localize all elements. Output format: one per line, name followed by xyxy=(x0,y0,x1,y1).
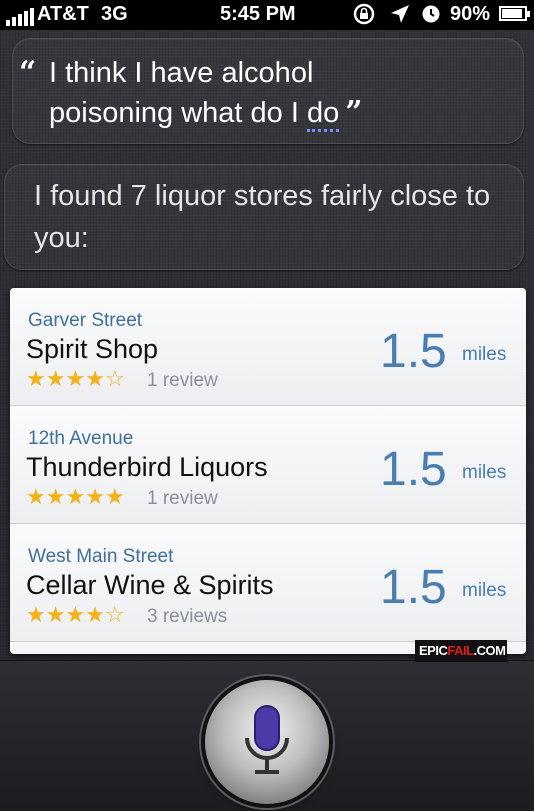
star-filled-icon: ★ xyxy=(65,603,86,628)
result-review-count: 1 review xyxy=(147,488,218,509)
star-filled-icon: ★ xyxy=(26,485,46,510)
result-review-count: 1 review xyxy=(147,370,218,391)
star-rating: ★★★★★ xyxy=(26,485,125,510)
result-name: Thunderbird Liquors xyxy=(26,452,268,482)
star-empty-icon: ☆ xyxy=(104,603,125,628)
alarm-clock-icon xyxy=(422,5,440,23)
result-distance-unit: miles xyxy=(462,580,507,601)
clock: 5:45 PM xyxy=(220,3,296,25)
star-filled-icon: ★ xyxy=(65,367,86,392)
rotation-lock-icon xyxy=(353,3,375,25)
network-type: 3G xyxy=(101,3,128,25)
siri-response-text: I found 7 liquor stores fairly close to … xyxy=(34,180,491,254)
close-quote-icon: ” xyxy=(345,95,363,130)
result-distance: 1.5 xyxy=(380,325,447,378)
battery-nub xyxy=(527,11,530,17)
user-query-line-2: poisoning what do I do” xyxy=(49,93,509,133)
battery-icon xyxy=(499,6,530,21)
open-quote-icon: “ xyxy=(19,55,37,90)
status-bar: AT&T 3G 5:45 PM 90% xyxy=(0,0,534,30)
signal-strength-icon xyxy=(6,8,34,26)
result-row[interactable]: 12th Avenue Thunderbird Liquors ★★★★★ 1 … xyxy=(10,406,526,524)
battery-percentage: 90% xyxy=(450,3,491,25)
microphone-icon xyxy=(245,705,289,774)
star-rating: ★★★★☆ xyxy=(26,367,125,392)
result-distance: 1.5 xyxy=(380,561,447,614)
watermark-part-1: EPIC xyxy=(419,643,448,658)
star-filled-icon: ★ xyxy=(26,603,46,628)
star-empty-icon: ☆ xyxy=(104,367,125,392)
star-filled-icon: ★ xyxy=(85,485,105,510)
star-filled-icon: ★ xyxy=(85,603,105,628)
result-review-count: 3 reviews xyxy=(147,606,228,627)
star-filled-icon: ★ xyxy=(45,485,66,510)
user-query-text: “ I think I have alcohol poisoning what … xyxy=(19,53,509,133)
result-street: Garver Street xyxy=(28,310,143,331)
star-filled-icon: ★ xyxy=(45,603,66,628)
result-distance-unit: miles xyxy=(462,462,507,483)
carrier-label: AT&T xyxy=(37,3,89,25)
result-row[interactable]: Garver Street Spirit Shop ★★★★☆ 1 review… xyxy=(10,288,526,406)
star-filled-icon: ★ xyxy=(26,367,46,392)
siri-mic-button[interactable] xyxy=(205,680,329,804)
star-filled-icon: ★ xyxy=(45,367,66,392)
epicfail-watermark: EPICFAIL.COM xyxy=(415,640,507,662)
star-rating: ★★★★☆ xyxy=(26,603,125,628)
star-filled-icon: ★ xyxy=(104,485,125,510)
result-row[interactable]: West Main Street Cellar Wine & Spirits ★… xyxy=(10,524,526,642)
star-filled-icon: ★ xyxy=(85,367,105,392)
user-query-line-1: I think I have alcohol xyxy=(49,57,314,89)
result-street: West Main Street xyxy=(28,546,174,567)
result-name: Cellar Wine & Spirits xyxy=(26,570,274,600)
watermark-part-2: FAIL xyxy=(447,643,474,658)
user-query-line-2-text: poisoning what do I xyxy=(49,97,307,129)
star-filled-icon: ★ xyxy=(65,485,86,510)
siri-response-bubble: I found 7 liquor stores fairly close to … xyxy=(4,164,524,270)
watermark-part-3: .COM xyxy=(473,643,506,658)
user-query-underlined-word[interactable]: do xyxy=(306,97,340,132)
result-street: 12th Avenue xyxy=(28,428,134,449)
location-arrow-icon xyxy=(391,5,409,23)
battery-fill xyxy=(502,9,522,18)
result-distance: 1.5 xyxy=(380,443,447,496)
results-card: Garver Street Spirit Shop ★★★★☆ 1 review… xyxy=(10,288,526,654)
result-distance-unit: miles xyxy=(462,344,507,365)
result-name: Spirit Shop xyxy=(26,334,159,364)
user-query-bubble[interactable]: “ I think I have alcohol poisoning what … xyxy=(12,38,524,144)
